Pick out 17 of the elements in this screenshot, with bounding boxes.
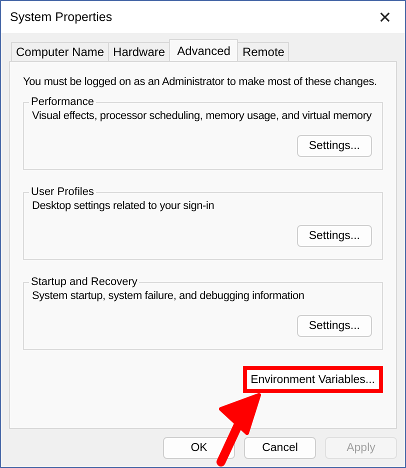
admin-notice: You must be logged on as an Administrator to make most of these changes. xyxy=(23,76,377,88)
window-title: System Properties xyxy=(10,10,112,24)
tab[interactable]: Advanced xyxy=(169,39,238,61)
group-description: System startup, system failure, and debugging information xyxy=(32,290,306,302)
group-title: Performance xyxy=(30,96,95,108)
settings-button[interactable]: Settings... xyxy=(296,225,372,247)
tab[interactable]: Remote xyxy=(237,42,290,61)
close-button[interactable]: ✕ xyxy=(365,1,405,33)
group-description: Visual effects, processor scheduling, memory usage, and virtual memory xyxy=(32,110,372,122)
group-title: User Profiles xyxy=(30,186,95,198)
settings-button[interactable]: Settings... xyxy=(296,135,372,157)
tab[interactable]: Computer Name xyxy=(11,42,110,61)
dialog-button[interactable]: Cancel xyxy=(244,437,316,459)
group-description: Desktop settings related to your sign-in xyxy=(32,200,216,212)
settings-button[interactable]: Settings... xyxy=(296,315,372,337)
group-title: Startup and Recovery xyxy=(30,276,138,288)
environment-variables-button[interactable]: Environment Variables... xyxy=(242,366,383,393)
